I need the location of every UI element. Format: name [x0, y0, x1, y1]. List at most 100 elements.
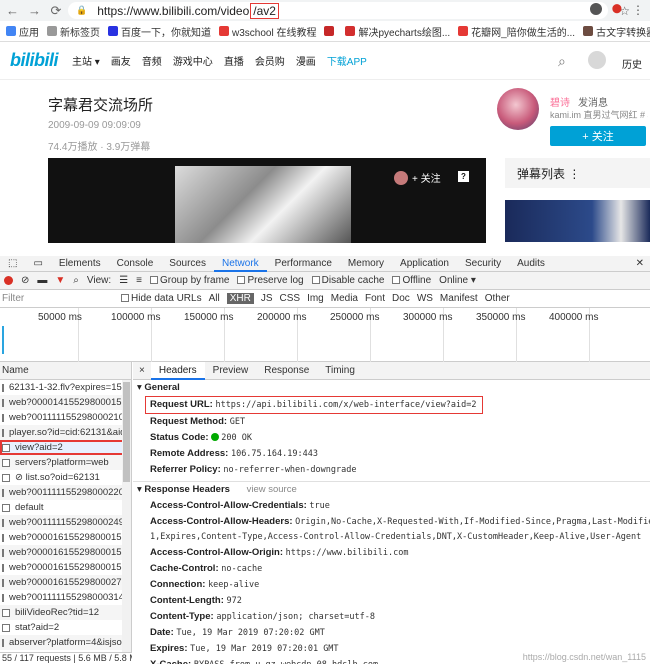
- devtools-tab-application[interactable]: Application: [392, 256, 457, 272]
- devtools-tab-audits[interactable]: Audits: [509, 256, 553, 272]
- nav-manga[interactable]: 漫画: [296, 53, 316, 68]
- bookmark-item[interactable]: 解决pyecharts绘图...: [345, 24, 450, 39]
- bilibili-logo[interactable]: bilibili: [10, 50, 59, 71]
- bookmark-item[interactable]: 百度一下，你就知道: [108, 24, 211, 39]
- search-icon[interactable]: ⌕: [73, 275, 79, 286]
- recording-icon[interactable]: ⬤: [612, 3, 622, 17]
- devtools-tab-memory[interactable]: Memory: [340, 256, 392, 272]
- request-row[interactable]: web?001111155298000220 81...: [0, 485, 131, 500]
- nav-live[interactable]: 直播: [224, 53, 244, 68]
- request-row[interactable]: web?001111155298000249 61...: [0, 515, 131, 530]
- tab-timing[interactable]: Timing: [317, 362, 363, 380]
- network-overview[interactable]: 50000 ms 100000 ms 150000 ms 200000 ms 25000…: [0, 308, 650, 362]
- filter-type-font[interactable]: Font: [365, 293, 385, 304]
- nav-painting[interactable]: 画友: [111, 53, 131, 68]
- preserve-log-checkbox[interactable]: [237, 276, 246, 285]
- address-bar[interactable]: 🔒 https://www.bilibili.com/video /av2 ☆: [68, 2, 630, 19]
- nav-download-app[interactable]: 下载APP: [327, 53, 367, 68]
- devtools-tab-security[interactable]: Security: [457, 256, 509, 272]
- devtools-close-icon[interactable]: ✕: [636, 258, 644, 269]
- request-row[interactable]: web?001111155298000314 21...: [0, 590, 131, 605]
- video-player[interactable]: + 关注 ?: [48, 158, 486, 243]
- camera-icon[interactable]: ▬: [37, 275, 47, 286]
- reload-icon[interactable]: ⟳: [50, 3, 62, 19]
- player-follow-button[interactable]: + 关注: [394, 170, 441, 185]
- request-row[interactable]: view?aid=2: [0, 440, 131, 455]
- hide-data-urls[interactable]: Hide data URLs: [121, 293, 202, 304]
- nav-games[interactable]: 游戏中心: [173, 53, 213, 68]
- request-row[interactable]: web?000016155298000155 9h...: [0, 560, 131, 575]
- filter-input[interactable]: Filter: [2, 293, 114, 304]
- send-message-link[interactable]: 发消息: [578, 94, 608, 109]
- help-icon[interactable]: ?: [458, 171, 469, 182]
- tab-response[interactable]: Response: [256, 362, 317, 380]
- bookmark-item[interactable]: [324, 26, 337, 36]
- filter-icon[interactable]: ▼: [55, 275, 65, 286]
- uploader-avatar[interactable]: [497, 88, 539, 130]
- request-row[interactable]: abserver?platform=4&isjson=...: [0, 635, 131, 650]
- requests-scrollbar-thumb[interactable]: [123, 382, 130, 482]
- devtools-tab-console[interactable]: Console: [109, 256, 162, 272]
- devtools-inspect-icon[interactable]: ⬚: [0, 256, 25, 272]
- request-row[interactable]: biliVideoRec?tid=12: [0, 605, 131, 620]
- group-by-frame-checkbox[interactable]: [150, 276, 158, 285]
- request-row[interactable]: servers?platform=web: [0, 455, 131, 470]
- filter-type-manifest[interactable]: Manifest: [440, 293, 478, 304]
- request-row[interactable]: ⊘ list.so?oid=62131: [0, 470, 131, 485]
- disable-cache-checkbox[interactable]: [311, 276, 320, 285]
- filter-type-doc[interactable]: Doc: [392, 293, 410, 304]
- nav-shop[interactable]: 会员购: [255, 53, 285, 68]
- offline[interactable]: Offline: [392, 275, 431, 286]
- bookmark-item[interactable]: w3school 在线教程: [219, 24, 316, 39]
- filter-type-ws[interactable]: WS: [417, 293, 433, 304]
- uploader-name[interactable]: 碧诗: [550, 94, 570, 109]
- offline-checkbox[interactable]: [392, 276, 401, 285]
- search-icon[interactable]: ⌕: [558, 53, 566, 70]
- requests-name-header[interactable]: Name: [0, 362, 132, 380]
- disable-cache[interactable]: Disable cache: [311, 275, 384, 286]
- devtools-device-icon[interactable]: ▭: [25, 256, 50, 272]
- filter-type-media[interactable]: Media: [331, 293, 358, 304]
- group-by-frame[interactable]: Group by frame: [150, 275, 229, 286]
- user-avatar[interactable]: [588, 51, 606, 69]
- bookmark-item[interactable]: 古文字转换器_甲骨文...: [583, 24, 650, 39]
- menu-icon[interactable]: ⋮: [632, 3, 644, 17]
- response-headers-title[interactable]: ▾ Response Headers view source: [133, 482, 650, 498]
- detail-close-icon[interactable]: ×: [133, 365, 151, 376]
- danmaku-list-header[interactable]: 弹幕列表 ⋮: [505, 158, 650, 188]
- recommended-thumbnail[interactable]: [505, 200, 650, 242]
- request-row[interactable]: stat?aid=2: [0, 620, 131, 635]
- request-row[interactable]: web?000016155298000277 31...: [0, 575, 131, 590]
- view-source-link[interactable]: view source: [247, 484, 297, 495]
- history-link[interactable]: 历史: [622, 56, 642, 71]
- profile-icon[interactable]: [589, 3, 602, 15]
- record-icon[interactable]: [4, 276, 13, 285]
- tab-headers[interactable]: Headers: [150, 361, 205, 380]
- devtools-tab-network[interactable]: Network: [213, 256, 267, 272]
- request-row[interactable]: web?000016155298000155 9h...: [0, 530, 131, 545]
- bookmark-item[interactable]: 花瓣网_陪你做生活的...: [458, 24, 575, 39]
- filter-type-all[interactable]: All: [209, 293, 220, 304]
- filter-type-other[interactable]: Other: [485, 293, 510, 304]
- filter-type-js[interactable]: JS: [261, 293, 273, 304]
- forward-icon[interactable]: →: [28, 3, 41, 18]
- requests-scrollbar[interactable]: [122, 380, 131, 652]
- preserve-log[interactable]: Preserve log: [237, 275, 304, 286]
- devtools-tab-elements[interactable]: Elements: [51, 256, 109, 272]
- request-row[interactable]: web?001111155298000210 31...: [0, 410, 131, 425]
- follow-button[interactable]: + 关注: [550, 126, 646, 146]
- bookmark-item[interactable]: 应用: [6, 24, 39, 39]
- request-row[interactable]: web?000014155298000155 9h...: [0, 395, 131, 410]
- back-icon[interactable]: ←: [6, 3, 19, 18]
- general-section-title[interactable]: ▾ General: [133, 380, 650, 396]
- request-row[interactable]: player.so?id=cid:62131&aid=2...: [0, 425, 131, 440]
- request-row[interactable]: 62131-1-32.flv?expires=15529...: [0, 380, 131, 395]
- nav-main[interactable]: 主站 ▾: [72, 53, 100, 68]
- filter-type-css[interactable]: CSS: [280, 293, 301, 304]
- view-waterfall-icon[interactable]: ≡: [136, 275, 142, 286]
- nav-audio[interactable]: 音频: [142, 53, 162, 68]
- throttling-select[interactable]: Online ▾: [439, 275, 476, 286]
- request-row[interactable]: default: [0, 500, 131, 515]
- filter-type-xhr[interactable]: XHR: [226, 293, 254, 304]
- request-row[interactable]: web?000016155298000155 9h...: [0, 545, 131, 560]
